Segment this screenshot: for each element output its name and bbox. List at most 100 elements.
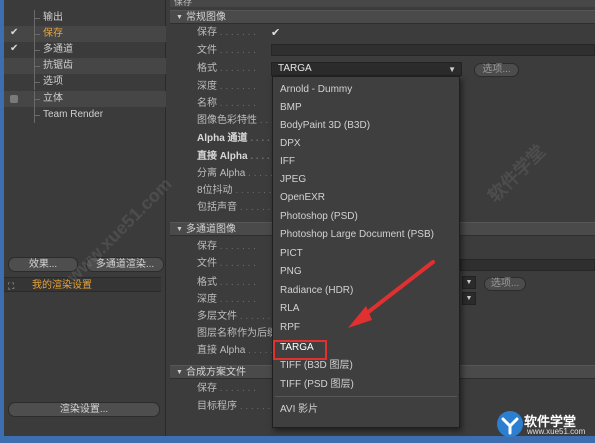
format-option[interactable]: DPX [273, 135, 459, 153]
leader-dots: . . . . . . . [217, 383, 256, 394]
format-dropdown-menu: Arnold - Dummy BMP BodyPaint 3D (B3D) DPX IF… [272, 76, 460, 428]
property-label-text: 包括声音 [197, 202, 237, 213]
property-label: 文件 . . . . . . . [197, 257, 256, 271]
tree-line [34, 66, 40, 67]
property-label: 包括声音 . . . . . . . [197, 201, 276, 215]
leader-dots: . . . . . . . [237, 202, 276, 213]
format-option[interactable]: AVI 影片 [273, 401, 459, 419]
tree-item-label: 抗锯齿 [43, 60, 73, 71]
file-path-field[interactable] [271, 44, 595, 56]
property-label: 格式 . . . . . . . [197, 62, 256, 76]
property-label: 保存 . . . . . . . [197, 240, 256, 254]
tree-item-label: 多通道 [43, 44, 73, 55]
chevron-down-icon[interactable]: ▼ [462, 276, 476, 289]
property-label-text: 分离 Alpha [197, 168, 246, 179]
format-option[interactable]: Photoshop Large Document (PSB) [273, 226, 459, 244]
property-label: 保存 . . . . . . . [197, 382, 256, 396]
property-label: 名称 . . . . . . . [197, 97, 256, 111]
leader-dots: . . . . . . . [237, 311, 276, 322]
section-regular-image[interactable]: ▼ 常规图像 [170, 10, 595, 24]
multipass-options-button[interactable]: 选项... [484, 277, 526, 291]
leader-dots: . . . . . . . [237, 401, 276, 412]
property-label: 深度 . . . . . . . [197, 80, 256, 94]
leader-dots: . . . . . . . [217, 27, 256, 38]
property-label: 保存 . . . . . . . [197, 26, 256, 40]
format-option[interactable]: OpenEXR [273, 189, 459, 207]
tree-item-label: 选项 [43, 76, 63, 87]
property-label-text: 图层名称作为后缀 [197, 328, 277, 339]
tree-item[interactable]: 选项 [4, 74, 166, 90]
property-label-text: 目标程序 [197, 401, 237, 412]
site-logo: 软件学堂 www.xue51.com [496, 410, 595, 440]
tree-item[interactable]: Team Render [4, 107, 166, 123]
property-label: 文件 . . . . . . . [197, 44, 256, 58]
property-label-text: 格式 [197, 277, 217, 288]
leader-dots: . . . . . . . [217, 81, 256, 92]
tree-line [34, 50, 40, 51]
property-label-text: 名称 [197, 98, 217, 109]
property-label-text: 多层文件 [197, 311, 237, 322]
tree-line [34, 82, 40, 83]
property-label-text: 深度 [197, 81, 217, 92]
property-label-text: Alpha 通道 [197, 133, 248, 144]
collapse-icon[interactable]: ▼ [176, 223, 183, 237]
property-label-text: 文件 [197, 45, 217, 56]
format-option[interactable]: BMP [273, 99, 459, 117]
tree-item-label: 保存 [43, 28, 63, 39]
format-option[interactable]: IFF [273, 153, 459, 171]
property-label: 目标程序 . . . . . . . [197, 400, 276, 414]
logo-mark-icon [497, 411, 523, 437]
format-option[interactable]: TIFF (PSD 图层) [273, 376, 459, 394]
tree-line [34, 115, 40, 116]
leader-dots: . . . . . . . [217, 63, 256, 74]
property-label: 8位抖动 . . . . . . . [197, 184, 271, 198]
tree-item-label: Team Render [43, 109, 104, 120]
property-label-text: 保存 [197, 383, 217, 394]
checkmark-icon[interactable]: ✔ [10, 28, 20, 38]
options-button[interactable]: 选项... [474, 63, 519, 77]
leader-dots: . . . . . . . [217, 45, 256, 56]
format-option[interactable]: Photoshop (PSD) [273, 208, 459, 226]
tree-item-label: 输出 [43, 12, 63, 23]
collapse-icon[interactable]: ▼ [176, 11, 183, 25]
property-label-text: 保存 [197, 27, 217, 38]
red-arrow-annotation [348, 260, 435, 328]
tree-item[interactable]: 抗锯齿 [4, 58, 166, 74]
tree-item[interactable]: 立体 [4, 91, 166, 107]
tree-line [34, 34, 40, 35]
property-label-text: 直接 Alpha [197, 151, 248, 162]
tree-item[interactable]: 输出 [4, 10, 166, 26]
tree-item[interactable]: ✔ 多通道 [4, 42, 166, 58]
property-label-text: 格式 [197, 63, 217, 74]
save-checkbox[interactable]: ✔ [271, 27, 280, 39]
leader-dots: . . . . . . . [217, 294, 256, 305]
menu-separator [275, 396, 457, 397]
expand-icon[interactable]: ⛶ [8, 279, 14, 294]
property-label: 深度 . . . . . . . [197, 293, 256, 307]
format-option[interactable]: BodyPaint 3D (B3D) [273, 117, 459, 135]
format-select[interactable]: TARGA ▼ [271, 62, 462, 76]
leader-dots: . . . . . . . [232, 185, 272, 196]
tree-item-label: 立体 [43, 93, 63, 104]
leader-dots: . . . . . . . [217, 241, 256, 252]
leader-dots: . . . . . . . [217, 277, 256, 288]
property-label-text: 8位抖动 [197, 185, 233, 196]
collapse-icon[interactable]: ▼ [176, 366, 183, 380]
format-option[interactable]: Arnold - Dummy [273, 81, 459, 99]
multipass-file-field[interactable] [460, 259, 595, 271]
leader-dots: . . . . . . . [217, 258, 256, 269]
chevron-down-icon[interactable]: ▼ [462, 292, 476, 305]
tree-line [34, 99, 40, 100]
tree-line [34, 18, 40, 19]
tree-item[interactable]: ✔ 保存 [4, 26, 166, 42]
property-label-text: 直接 Alpha [197, 345, 246, 356]
chevron-down-icon: ▼ [448, 65, 456, 74]
property-label: 格式 . . . . . . . [197, 276, 256, 290]
checkmark-icon[interactable]: ✔ [10, 44, 20, 54]
format-option[interactable]: JPEG [273, 171, 459, 189]
tab-save[interactable]: 保存 [170, 0, 595, 7]
toggle-icon[interactable] [10, 95, 18, 103]
render-settings-button[interactable]: 渲染设置... [8, 402, 160, 417]
property-label-text: 文件 [197, 258, 217, 269]
property-label-text: 深度 [197, 294, 217, 305]
